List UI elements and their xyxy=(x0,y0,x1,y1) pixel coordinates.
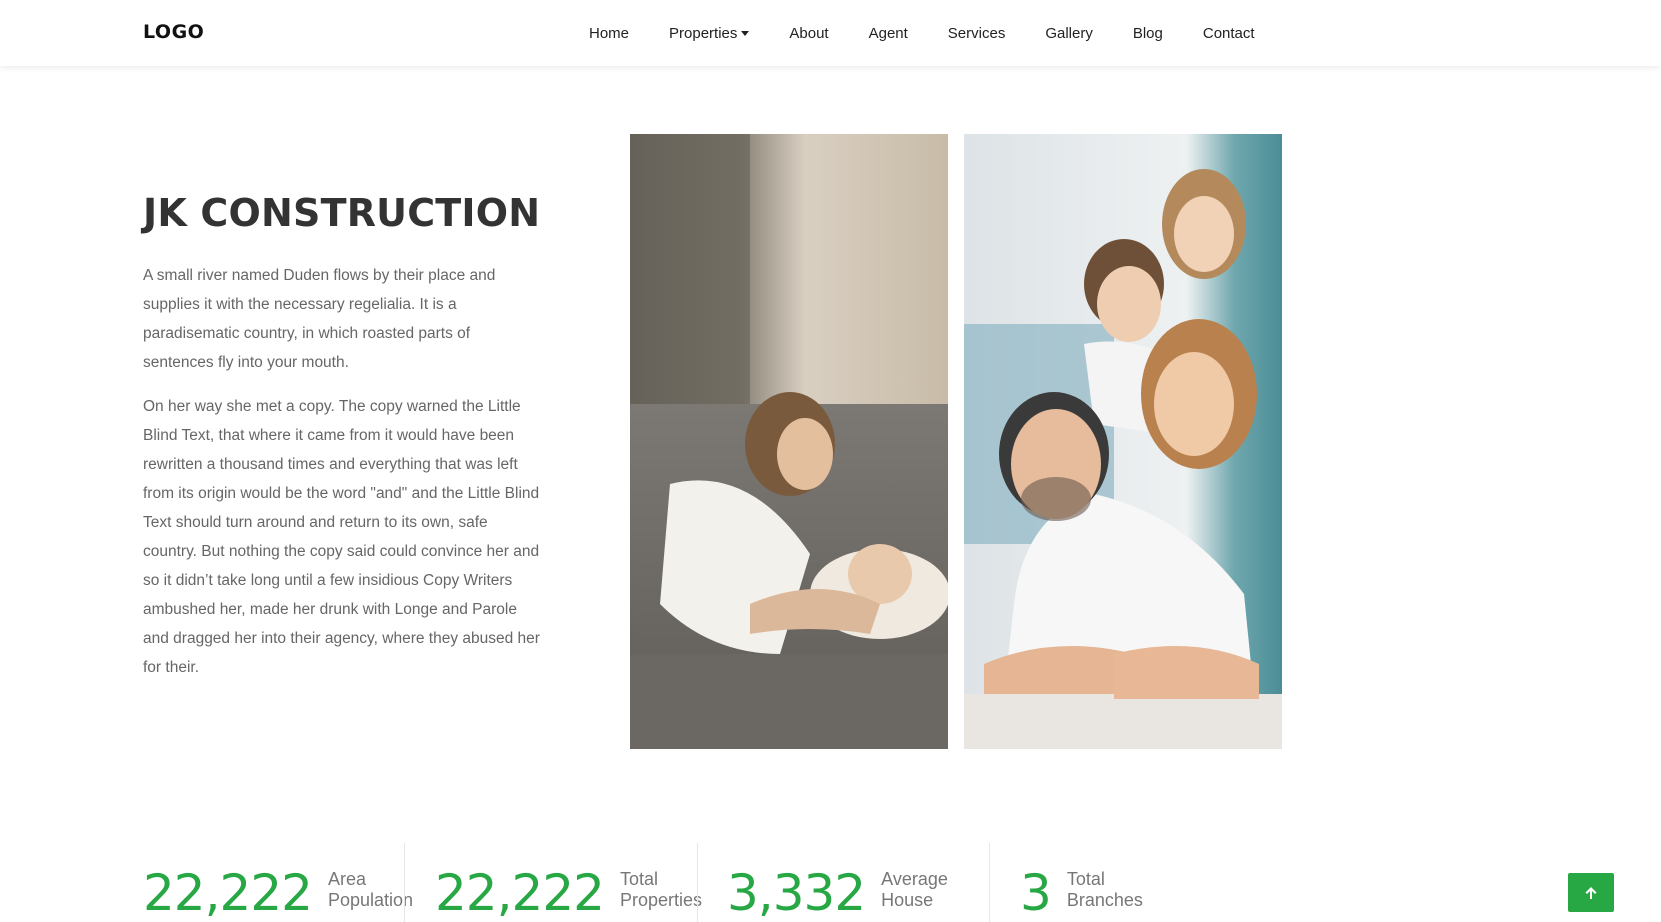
nav-item-label: About xyxy=(789,24,829,42)
caret-down-icon xyxy=(741,30,750,36)
stat-area-population: 22,222 Area Population xyxy=(143,843,418,922)
nav-item-label: Blog xyxy=(1132,24,1163,42)
nav-item-label: Services xyxy=(947,24,1006,42)
stat-divider xyxy=(697,843,698,922)
arrow-up-icon xyxy=(1585,886,1597,899)
family-photo xyxy=(964,134,1282,749)
section-title: JK CONSTRUCTION xyxy=(143,191,541,235)
nav-item-about[interactable]: About xyxy=(789,25,828,42)
top-navbar: LOGO Home Properties About Agent Service… xyxy=(0,0,1661,66)
stat-value: 3,332 xyxy=(727,864,866,922)
about-section: JK CONSTRUCTION A small river named Dude… xyxy=(143,185,543,682)
stats-bar: 22,222 Area Population 22,222 Total Prop… xyxy=(0,843,1661,922)
stat-value: 3 xyxy=(1020,864,1052,922)
nav-item-agent[interactable]: Agent xyxy=(869,25,908,42)
about-paragraph: A small river named Duden flows by their… xyxy=(143,267,496,371)
nav-item-label: Contact xyxy=(1202,24,1255,42)
main-nav: Home Properties About Agent Services Gal… xyxy=(589,0,1255,66)
nav-item-gallery[interactable]: Gallery xyxy=(1045,25,1093,42)
back-to-top-button[interactable] xyxy=(1568,873,1614,912)
site-logo[interactable]: LOGO xyxy=(143,21,204,43)
nav-item-label: Agent xyxy=(868,24,908,42)
nav-item-label: Gallery xyxy=(1045,24,1093,42)
stat-divider xyxy=(989,843,990,922)
nav-item-blog[interactable]: Blog xyxy=(1133,25,1163,42)
nav-item-label: Properties xyxy=(669,24,738,42)
stat-total-branches: 3 Total Branches xyxy=(1020,843,1157,922)
nav-item-contact[interactable]: Contact xyxy=(1203,25,1255,42)
about-paragraph: On her way she met a copy. The copy warn… xyxy=(143,398,540,676)
mother-baby-photo xyxy=(630,134,948,749)
nav-item-services[interactable]: Services xyxy=(948,25,1006,42)
nav-item-properties[interactable]: Properties xyxy=(669,24,750,42)
nav-item-label: Home xyxy=(589,24,630,42)
nav-item-home[interactable]: Home xyxy=(589,25,629,42)
stat-total-properties: 22,222 Total Properties xyxy=(435,843,710,922)
stat-label: Total Branches xyxy=(1066,869,1143,910)
stat-average-house: 3,332 Average House xyxy=(727,843,971,922)
stat-divider xyxy=(404,843,405,922)
stat-value: 22,222 xyxy=(143,864,313,922)
stat-label: Average House xyxy=(881,869,948,910)
stat-value: 22,222 xyxy=(435,864,605,922)
